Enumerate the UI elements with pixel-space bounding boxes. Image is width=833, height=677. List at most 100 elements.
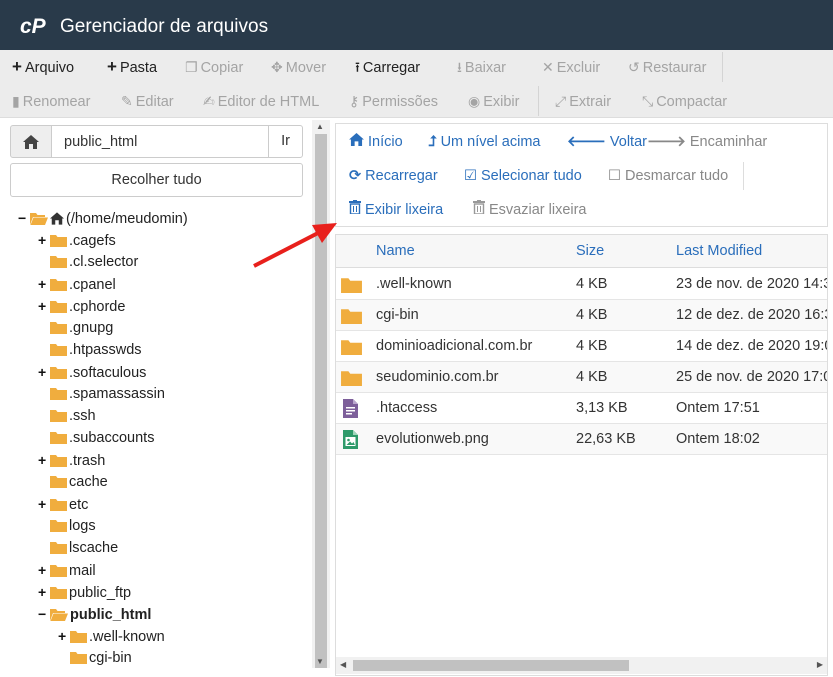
tree-item[interactable]: .htpasswds [38, 339, 142, 361]
tree-item[interactable]: + public_ftp [38, 581, 131, 603]
file-table: Name Size Last Modified .well-known 4 KB 2… [335, 234, 828, 676]
refresh-icon: ⟳ [349, 168, 362, 184]
table-row[interactable]: dominioadicional.com.br 4 KB 14 de dez. de… [336, 331, 828, 362]
table-row[interactable]: .well-known 4 KB 23 de nov. de 2020 14:3 [336, 269, 827, 300]
tree-item[interactable]: .ssh [38, 405, 96, 427]
cell-modified: 14 de dez. de 2020 19:0 [676, 338, 828, 354]
move-icon: ✥ [271, 59, 283, 75]
empty-checkbox-icon: ☐ [608, 168, 621, 184]
upload-button[interactable]: ⭱ Carregar [355, 50, 420, 84]
collapse-icon[interactable]: − [38, 603, 50, 625]
tree-item[interactable]: + mail [38, 559, 96, 581]
tree-item[interactable]: cgi-bin [58, 647, 132, 668]
go-button[interactable]: Ir [268, 125, 303, 158]
tree-item[interactable]: + .trash [38, 449, 105, 471]
trash-icon [349, 195, 361, 225]
folder-icon [50, 341, 67, 363]
checked-box-icon: ☑ [464, 168, 477, 184]
scroll-down-icon[interactable]: ▼ [316, 657, 324, 666]
expand-icon[interactable]: + [38, 361, 50, 383]
upload-icon: ⭱ [355, 59, 360, 75]
forward-button[interactable]: 🡒 Encaminhar [647, 127, 767, 157]
expand-icon[interactable]: + [38, 559, 50, 581]
expand-icon[interactable]: + [38, 581, 50, 603]
tree-item[interactable]: + .cagefs [38, 229, 116, 251]
expand-icon[interactable]: + [38, 229, 50, 251]
expand-icon[interactable]: + [38, 449, 50, 471]
select-all-button[interactable]: ☑ Selecionar tudo [464, 161, 582, 191]
expand-icon[interactable]: + [38, 273, 50, 295]
tree-item[interactable]: .cl.selector [38, 251, 138, 273]
table-scrollbar-thumb[interactable] [353, 660, 629, 671]
view-button[interactable]: ◉ Exibir [468, 84, 519, 118]
path-input[interactable] [51, 125, 269, 158]
tree-item[interactable]: logs [38, 515, 96, 537]
tree-item[interactable]: − public_html [38, 603, 151, 625]
expand-icon[interactable]: + [58, 625, 70, 647]
compress-button[interactable]: ⤡ Compactar [642, 84, 727, 118]
new-folder-button[interactable]: + Pasta [107, 50, 157, 84]
tree-item[interactable]: + .well-known [58, 625, 165, 647]
home-icon [23, 134, 39, 149]
expand-icon[interactable]: + [38, 493, 50, 515]
home-nav-button[interactable]: Início [349, 127, 403, 157]
folder-icon [70, 649, 87, 668]
folder-icon [341, 339, 362, 360]
table-row[interactable]: seudominio.com.br 4 KB 25 de nov. de 2020 … [336, 362, 827, 393]
tree-item[interactable]: − (/home/meudomin) [18, 207, 188, 229]
move-button[interactable]: ✥ Mover [271, 50, 326, 84]
folder-icon [341, 308, 362, 329]
permissions-button[interactable]: ⚷ Permissões [349, 84, 438, 118]
scroll-right-icon[interactable]: ▶ [817, 660, 823, 669]
column-header-name[interactable]: Name [376, 235, 415, 268]
copy-button[interactable]: ❐ Copiar [185, 50, 243, 84]
column-header-modified[interactable]: Last Modified [676, 235, 762, 268]
tree-item[interactable]: .subaccounts [38, 427, 154, 449]
extract-button[interactable]: ⤢ Extrair [555, 84, 611, 118]
tree-item[interactable]: + etc [38, 493, 88, 515]
tree-item-label: .htpasswds [69, 342, 142, 358]
cell-name: dominioadicional.com.br [376, 338, 533, 354]
level-up-icon: ⮥ [428, 134, 437, 150]
plus-icon: + [12, 57, 22, 76]
tree-item-label: logs [69, 518, 96, 534]
new-file-button[interactable]: + Arquivo [12, 50, 74, 84]
column-header-size[interactable]: Size [576, 235, 604, 268]
tree-item[interactable]: + .cpanel [38, 273, 116, 295]
table-row[interactable]: cgi-bin 4 KB 12 de dez. de 2020 16:3 [336, 300, 827, 331]
rename-button[interactable]: ▮ Renomear [12, 84, 90, 118]
download-button[interactable]: ⭳ Baixar [457, 50, 506, 84]
html-editor-button[interactable]: ✍ Editor de HTML [203, 84, 319, 118]
restore-button[interactable]: ↺ Restaurar [628, 50, 706, 84]
table-row[interactable]: evolutionweb.png 22,63 KB Ontem 18:02 [336, 424, 827, 455]
tree-item[interactable]: .spamassassin [38, 383, 165, 405]
table-row[interactable]: .htaccess 3,13 KB Ontem 17:51 [336, 393, 827, 424]
tree-item[interactable]: lscache [38, 537, 118, 559]
empty-trash-button[interactable]: Esvaziar lixeira [473, 195, 587, 225]
expand-icon[interactable]: + [38, 295, 50, 317]
reload-button[interactable]: ⟳ Recarregar [349, 161, 438, 191]
tree-item[interactable]: + .softaculous [38, 361, 146, 383]
tree-item[interactable]: .gnupg [38, 317, 113, 339]
table-horizontal-scrollbar[interactable]: ◀ ▶ [336, 657, 827, 674]
home-icon [349, 127, 364, 157]
tree-scrollbar[interactable]: ▲ ▼ [312, 120, 330, 668]
toolbar-divider [722, 52, 723, 82]
unselect-all-button[interactable]: ☐ Desmarcar tudo [608, 161, 728, 191]
tree-item[interactable]: + .cphorde [38, 295, 125, 317]
back-button[interactable]: 🡐 Voltar [567, 127, 647, 157]
delete-button[interactable]: ✕ Excluir [542, 50, 600, 84]
view-trash-button[interactable]: Exibir lixeira [349, 195, 443, 225]
scroll-up-icon[interactable]: ▲ [316, 122, 324, 131]
up-one-level-button[interactable]: ⮥ Um nível acima [428, 127, 540, 157]
scroll-left-icon[interactable]: ◀ [340, 660, 346, 669]
tree-item[interactable]: cache [38, 471, 108, 493]
edit-button[interactable]: ✎ Editar [121, 84, 174, 118]
collapse-all-button[interactable]: Recolher tudo [10, 163, 303, 197]
home-directory-button[interactable] [10, 125, 52, 158]
tree-item-label: lscache [69, 540, 119, 556]
collapse-icon[interactable]: − [18, 207, 30, 229]
tree-item-label: .well-known [89, 629, 165, 645]
arrow-left-icon: 🡐 [567, 134, 606, 150]
cell-size: 4 KB [576, 338, 608, 354]
